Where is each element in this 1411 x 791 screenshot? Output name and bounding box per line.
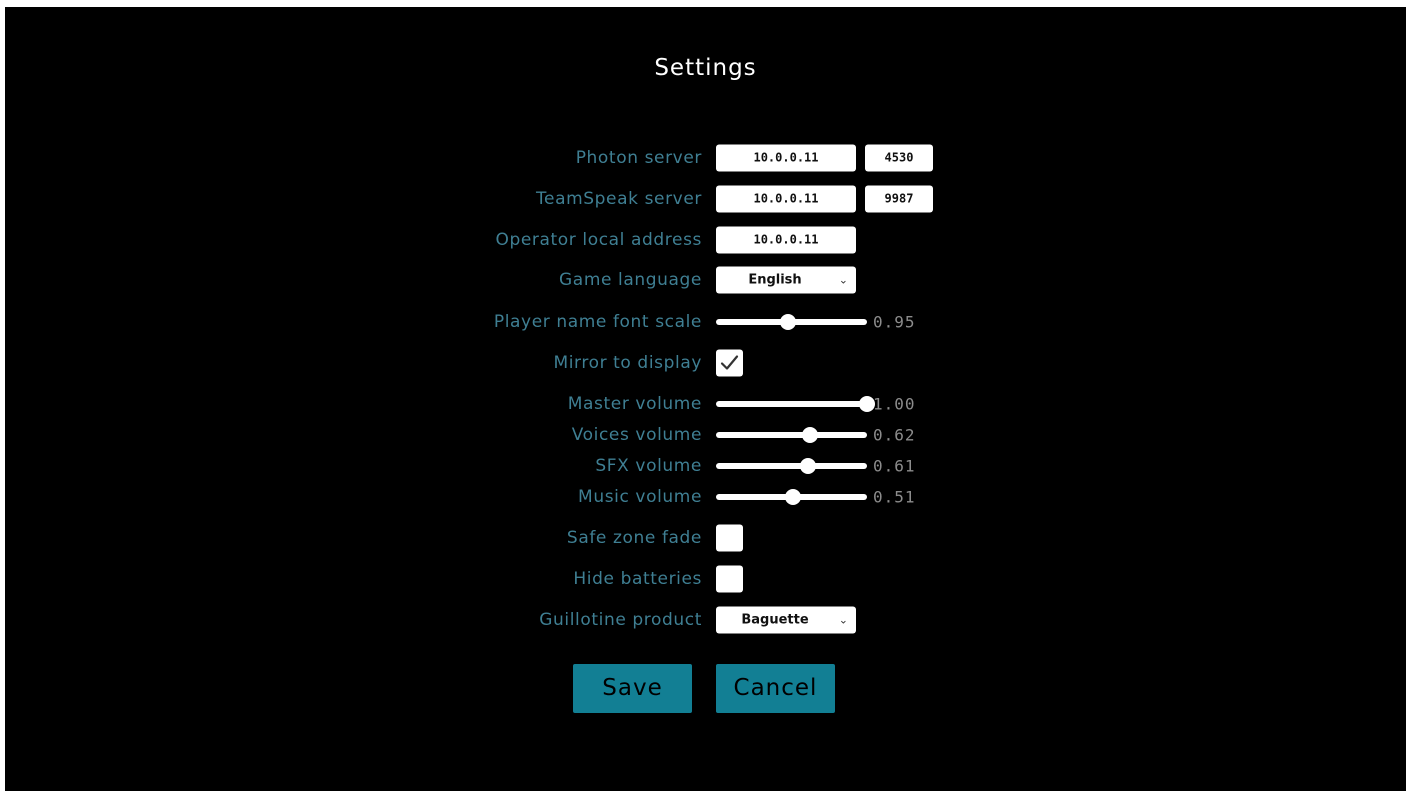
hide-batteries-row: Hide batteries <box>5 564 1406 594</box>
mirror-to-display-label: Mirror to display <box>553 353 702 373</box>
cancel-button[interactable]: Cancel <box>716 664 835 713</box>
guillotine-product-label: Guillotine product <box>539 610 702 630</box>
guillotine-product-selected: Baguette <box>741 612 809 628</box>
sfx-volume-label: SFX volume <box>595 456 702 476</box>
game-language-row: Game language English ⌄ <box>5 265 1406 295</box>
voices-volume-slider[interactable] <box>716 426 867 444</box>
safe-zone-fade-row: Safe zone fade <box>5 523 1406 553</box>
voices-volume-value: 0.62 <box>873 425 916 445</box>
master-volume-row: Master volume 1.00 <box>5 389 1406 419</box>
slider-track <box>716 401 867 407</box>
master-volume-slider[interactable] <box>716 395 875 413</box>
safe-zone-fade-checkbox[interactable] <box>716 524 743 552</box>
safe-zone-fade-label: Safe zone fade <box>566 528 702 548</box>
teamspeak-server-port-input[interactable]: 9987 <box>865 185 933 213</box>
player-name-font-scale-row: Player name font scale 0.95 <box>5 307 1406 337</box>
slider-thumb[interactable] <box>801 427 818 443</box>
chevron-down-icon: ⌄ <box>838 613 848 627</box>
master-volume-label: Master volume <box>567 394 702 414</box>
hide-batteries-label: Hide batteries <box>573 569 702 589</box>
operator-local-address-label: Operator local address <box>495 230 702 250</box>
sfx-volume-value: 0.61 <box>873 456 916 476</box>
mirror-to-display-checkbox[interactable] <box>716 349 743 377</box>
guillotine-product-row: Guillotine product Baguette ⌄ <box>5 605 1406 635</box>
checkmark-icon <box>720 355 739 370</box>
master-volume-value: 1.00 <box>873 394 916 414</box>
voices-volume-row: Voices volume 0.62 <box>5 420 1406 450</box>
guillotine-product-dropdown[interactable]: Baguette ⌄ <box>716 606 856 634</box>
photon-server-address-input[interactable]: 10.0.0.11 <box>716 144 856 172</box>
hide-batteries-checkbox[interactable] <box>716 565 743 593</box>
music-volume-value: 0.51 <box>873 487 916 507</box>
teamspeak-server-row: TeamSpeak server 10.0.0.11 9987 <box>5 184 1406 214</box>
save-button[interactable]: Save <box>573 664 692 713</box>
music-volume-row: Music volume 0.51 <box>5 482 1406 512</box>
slider-thumb[interactable] <box>800 458 817 474</box>
sfx-volume-slider[interactable] <box>716 457 867 475</box>
music-volume-label: Music volume <box>578 487 702 507</box>
settings-screen: Settings Photon server 10.0.0.11 4530 Te… <box>5 7 1406 791</box>
player-name-font-scale-label: Player name font scale <box>493 312 702 332</box>
sfx-volume-row: SFX volume 0.61 <box>5 451 1406 481</box>
music-volume-slider[interactable] <box>716 488 867 506</box>
photon-server-row: Photon server 10.0.0.11 4530 <box>5 143 1406 173</box>
teamspeak-server-address-input[interactable]: 10.0.0.11 <box>716 185 856 213</box>
player-name-font-scale-slider[interactable] <box>716 313 867 331</box>
mirror-to-display-row: Mirror to display <box>5 348 1406 378</box>
operator-local-address-row: Operator local address 10.0.0.11 <box>5 225 1406 255</box>
game-language-dropdown[interactable]: English ⌄ <box>716 266 856 294</box>
photon-server-label: Photon server <box>575 148 702 168</box>
player-name-font-scale-value: 0.95 <box>873 312 916 332</box>
teamspeak-server-label: TeamSpeak server <box>535 189 702 209</box>
photon-server-port-input[interactable]: 4530 <box>865 144 933 172</box>
slider-thumb[interactable] <box>785 489 801 505</box>
slider-track <box>716 432 867 438</box>
chevron-down-icon: ⌄ <box>838 273 848 287</box>
game-language-selected: English <box>748 272 802 288</box>
slider-track <box>716 463 867 469</box>
page-title: Settings <box>654 55 757 81</box>
voices-volume-label: Voices volume <box>571 425 702 445</box>
game-language-label: Game language <box>559 270 702 290</box>
slider-thumb[interactable] <box>780 314 797 330</box>
operator-local-address-input[interactable]: 10.0.0.11 <box>716 226 856 254</box>
